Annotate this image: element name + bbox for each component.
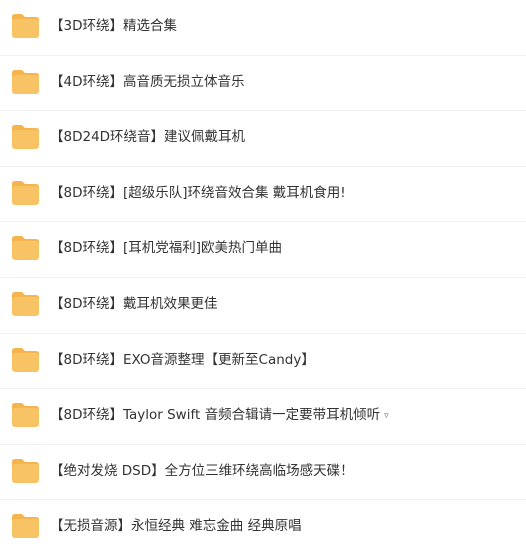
- folder-row[interactable]: 【3D环绕】精选合集: [0, 0, 526, 56]
- folder-row[interactable]: 【8D环绕】戴耳机效果更佳: [0, 278, 526, 334]
- folder-row[interactable]: 【4D环绕】高音质无损立体音乐: [0, 56, 526, 112]
- file-list: 【3D环绕】精选合集 【4D环绕】高音质无损立体音乐 【8D24D环绕音】建议佩…: [0, 0, 526, 556]
- folder-name[interactable]: 【绝对发烧 DSD】全方位三维环绕高临场感天碟！: [50, 462, 354, 480]
- folder-icon: [11, 512, 40, 539]
- folder-row[interactable]: 【8D环绕】EXO音源整理【更新至Candy】: [0, 334, 526, 390]
- folder-name[interactable]: 【8D环绕】[超级乐队]环绕音效合集 戴耳机食用!: [50, 184, 346, 202]
- folder-name-wrap[interactable]: 【8D环绕】Taylor Swift 音频合辑请一定要带耳机倾听 ▿: [50, 406, 389, 425]
- folder-icon: [11, 234, 40, 261]
- folder-icon: [11, 179, 40, 206]
- folder-row[interactable]: 【8D24D环绕音】建议佩戴耳机: [0, 111, 526, 167]
- folder-icon: [11, 290, 40, 317]
- folder-icon: [11, 68, 40, 95]
- folder-row[interactable]: 【8D环绕】[超级乐队]环绕音效合集 戴耳机食用!: [0, 167, 526, 223]
- folder-icon: [11, 12, 40, 39]
- folder-row[interactable]: 【无损音源】永恒经典 难忘金曲 经典原唱: [0, 500, 526, 556]
- folder-name[interactable]: 【8D24D环绕音】建议佩戴耳机: [50, 128, 245, 146]
- folder-name[interactable]: 【4D环绕】高音质无损立体音乐: [50, 73, 244, 91]
- folder-name: 【8D环绕】Taylor Swift 音频合辑请一定要带耳机倾听: [50, 407, 381, 424]
- folder-icon: [11, 457, 40, 484]
- folder-name[interactable]: 【无损音源】永恒经典 难忘金曲 经典原唱: [50, 517, 302, 535]
- folder-name[interactable]: 【8D环绕】[耳机党福利]欧美热门单曲: [50, 239, 282, 257]
- folder-row[interactable]: 【8D环绕】[耳机党福利]欧美热门单曲: [0, 222, 526, 278]
- folder-icon: [11, 346, 40, 373]
- folder-icon: [11, 401, 40, 428]
- folder-row[interactable]: 【8D环绕】Taylor Swift 音频合辑请一定要带耳机倾听 ▿: [0, 389, 526, 445]
- folder-icon: [11, 123, 40, 150]
- folder-name[interactable]: 【8D环绕】戴耳机效果更佳: [50, 295, 217, 313]
- folder-name[interactable]: 【3D环绕】精选合集: [50, 17, 177, 35]
- folder-row[interactable]: 【绝对发烧 DSD】全方位三维环绕高临场感天碟！: [0, 445, 526, 501]
- folder-name[interactable]: 【8D环绕】EXO音源整理【更新至Candy】: [50, 351, 315, 369]
- expand-caret-icon[interactable]: ▿: [384, 411, 389, 421]
